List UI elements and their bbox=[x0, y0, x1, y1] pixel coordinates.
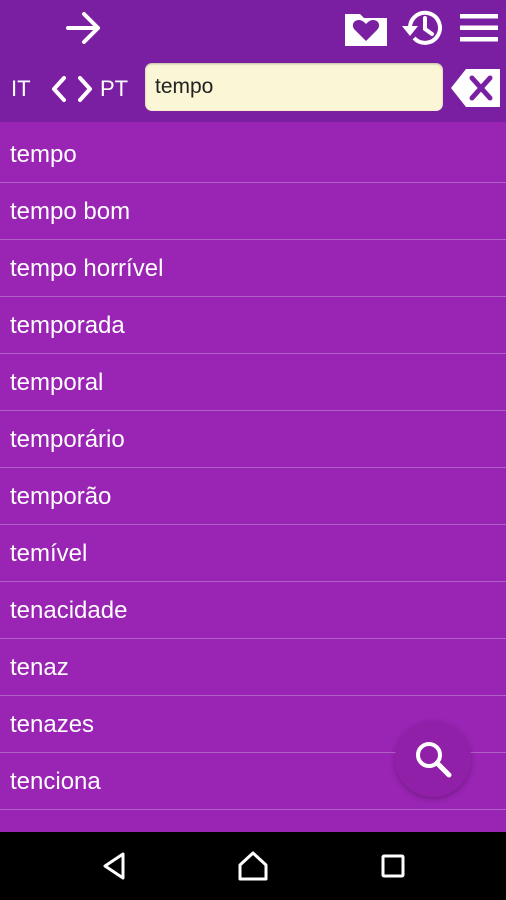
list-item[interactable]: tenaz bbox=[0, 639, 506, 696]
list-item[interactable]: tempo horrível bbox=[0, 240, 506, 297]
search-icon bbox=[416, 742, 452, 778]
source-language[interactable]: IT bbox=[11, 74, 31, 104]
search-fab-button[interactable] bbox=[395, 721, 471, 797]
arrow-right-icon[interactable] bbox=[62, 8, 108, 48]
history-icon[interactable] bbox=[400, 6, 446, 50]
search-input[interactable]: tempo bbox=[145, 63, 443, 111]
list-item[interactable]: temporal bbox=[0, 354, 506, 411]
list-item[interactable]: temporário bbox=[0, 411, 506, 468]
home-icon[interactable] bbox=[233, 848, 273, 884]
square-recents-icon[interactable] bbox=[373, 848, 413, 884]
target-language[interactable]: PT bbox=[100, 74, 128, 104]
list-item[interactable]: temporada bbox=[0, 297, 506, 354]
triangle-back-icon[interactable] bbox=[95, 848, 135, 884]
list-item[interactable]: tempo bom bbox=[0, 183, 506, 240]
list-item[interactable]: tempo bbox=[0, 126, 506, 183]
backspace-x-icon[interactable] bbox=[450, 67, 502, 109]
menu-icon[interactable] bbox=[456, 8, 502, 48]
list-item[interactable]: temporão bbox=[0, 468, 506, 525]
top-toolbar: IT PT tempo bbox=[0, 0, 506, 122]
system-nav-bar bbox=[0, 832, 506, 900]
swap-chevrons-icon[interactable] bbox=[50, 74, 96, 104]
list-item[interactable]: tenacidade bbox=[0, 582, 506, 639]
results-list: tempo tempo bom tempo horrível temporada… bbox=[0, 126, 506, 810]
list-item[interactable]: temível bbox=[0, 525, 506, 582]
folder-heart-icon[interactable] bbox=[343, 8, 389, 48]
